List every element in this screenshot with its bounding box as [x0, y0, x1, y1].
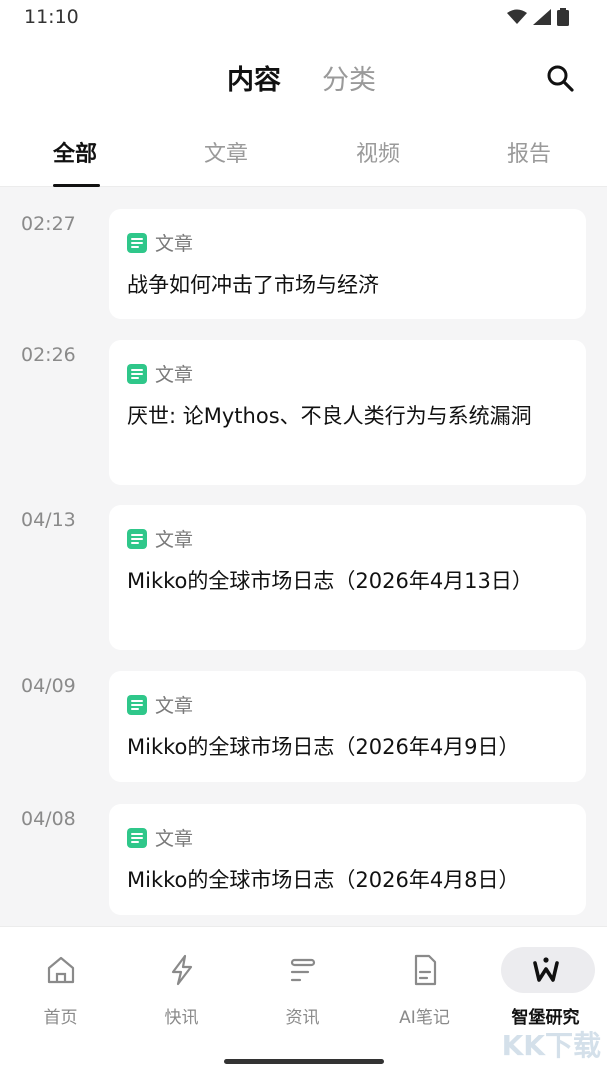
status-bar: 11:10 [0, 0, 607, 36]
status-time: 11:10 [24, 6, 79, 28]
watermark: KK下载 [501, 1029, 601, 1062]
feed-item-time: 04/09 [21, 675, 76, 697]
subtab-reports[interactable]: 报告 [507, 136, 551, 168]
type-label: 文章 [155, 364, 194, 386]
feed-item-time: 02:27 [21, 213, 76, 235]
subtab-articles[interactable]: 文章 [204, 136, 248, 168]
article-card[interactable]: 文章 Mikko的全球市场日志（2026年4月13日） [109, 505, 586, 650]
type-tag: 文章 [127, 360, 193, 387]
article-title: 厌世: 论Mythos、不良人类行为与系统漏洞 [127, 404, 532, 428]
home-indicator[interactable] [224, 1059, 384, 1064]
tab-ai-notes-label: AI笔记 [399, 1008, 450, 1028]
article-icon [127, 694, 147, 715]
search-icon[interactable] [546, 64, 574, 92]
tab-content[interactable]: 内容 [227, 58, 281, 97]
signal-icon [533, 9, 551, 25]
feed-item-time: 02:26 [21, 344, 76, 366]
article-title: Mikko的全球市场日志（2026年4月13日） [127, 569, 533, 593]
tab-ai-notes[interactable]: AI笔记 [364, 927, 485, 1037]
article-icon [127, 232, 147, 253]
brand-w-icon [533, 957, 559, 982]
type-label: 文章 [155, 695, 194, 717]
tab-news[interactable]: 资讯 [242, 927, 363, 1037]
tab-news-label: 资讯 [285, 1008, 320, 1028]
tab-flash-label: 快讯 [164, 1008, 199, 1028]
battery-icon [557, 8, 569, 26]
tab-home-label: 首页 [43, 1008, 78, 1028]
article-icon [127, 363, 147, 384]
status-icons [507, 8, 569, 26]
article-title: 战争如何冲击了市场与经济 [127, 273, 379, 297]
subtab-all[interactable]: 全部 [53, 136, 97, 168]
tab-flash[interactable]: 快讯 [121, 927, 242, 1037]
article-card[interactable]: 文章 厌世: 论Mythos、不良人类行为与系统漏洞 [109, 340, 586, 485]
news-icon [290, 958, 316, 982]
article-card[interactable]: 文章 战争如何冲击了市场与经济 [109, 209, 586, 319]
article-card[interactable]: 文章 Mikko的全球市场日志（2026年4月9日） [109, 671, 586, 782]
subtab-videos[interactable]: 视频 [356, 136, 400, 168]
type-label: 文章 [155, 828, 194, 850]
feed-item-time: 04/08 [21, 808, 76, 830]
article-card[interactable]: 文章 Mikko的全球市场日志（2026年4月8日） [109, 804, 586, 915]
article-title: Mikko的全球市场日志（2026年4月9日） [127, 735, 520, 759]
article-icon [127, 528, 147, 549]
type-tag: 文章 [127, 824, 193, 851]
content-feed[interactable]: 02:27 文章 战争如何冲击了市场与经济 02:26 文章 厌世: 论Myth… [0, 187, 607, 925]
type-tag: 文章 [127, 229, 193, 256]
type-label: 文章 [155, 529, 194, 551]
type-label: 文章 [155, 233, 194, 255]
article-icon [127, 827, 147, 848]
tab-research[interactable]: 智堡研究 [485, 927, 606, 1037]
type-tag: 文章 [127, 525, 193, 552]
type-tag: 文章 [127, 691, 193, 718]
article-title: Mikko的全球市场日志（2026年4月8日） [127, 868, 520, 892]
feed-item-time: 04/13 [21, 509, 76, 531]
tab-home[interactable]: 首页 [0, 927, 121, 1037]
home-icon [47, 956, 75, 984]
wifi-icon [507, 9, 527, 24]
lightning-icon [171, 954, 193, 986]
header: 内容 分类 全部 文章 视频 报告 [0, 36, 607, 187]
document-icon [414, 954, 437, 986]
tab-category[interactable]: 分类 [322, 58, 376, 97]
